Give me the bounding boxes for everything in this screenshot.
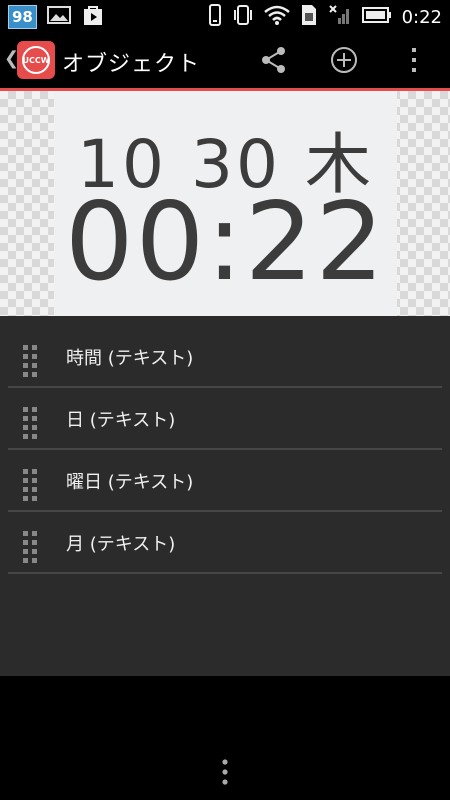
list-item[interactable]: 日 (テキスト) [8,386,442,450]
vibrate-icon [232,4,254,30]
status-time: 0:22 [401,6,442,28]
widget-time-text: 00:22 [64,180,387,305]
add-circle-icon [331,47,357,73]
play-store-icon [81,4,105,30]
action-bar: ❮ UCCW オブジェクト [0,32,450,88]
signal-icon [328,4,352,30]
status-bar: 98 0:22 [0,0,450,32]
share-button[interactable] [256,42,292,78]
screen-title: オブジェクト [62,52,201,77]
list-item-label: 日 (テキスト) [66,410,176,431]
drag-handle-icon[interactable] [22,468,38,506]
phone-icon [208,4,222,30]
battery-icon [361,7,392,27]
list-item-label: 曜日 (テキスト) [66,472,194,493]
list-item[interactable]: 月 (テキスト) [8,510,442,574]
widget-preview: 10 30 木 00:22 [0,91,450,316]
image-icon [46,5,71,29]
drag-handle-icon[interactable] [22,530,38,568]
list-item[interactable]: 曜日 (テキスト) [8,448,442,512]
object-list: 時間 (テキスト) 日 (テキスト) 曜日 (テキスト) 月 (テキスト) [0,316,450,676]
notification-count-badge: 98 [8,5,37,29]
more-vert-icon [412,48,416,72]
status-bar-right: 0:22 [208,4,442,30]
more-vert-icon [222,759,228,785]
app-icon-label: UCCW [22,56,49,65]
wifi-icon [263,4,290,30]
drag-handle-icon[interactable] [22,344,38,382]
sim-icon [300,4,318,30]
drag-handle-icon[interactable] [22,406,38,444]
status-bar-left: 98 [8,4,105,30]
list-item-label: 月 (テキスト) [66,534,176,555]
list-item[interactable]: 時間 (テキスト) [8,324,442,388]
overflow-menu-button[interactable] [396,42,432,78]
share-icon [262,47,285,73]
bottom-menu-button[interactable] [216,757,234,787]
list-item-label: 時間 (テキスト) [66,348,194,369]
app-icon[interactable]: UCCW [16,40,56,80]
add-object-button[interactable] [326,42,362,78]
widget-canvas[interactable]: 10 30 木 00:22 [54,91,397,316]
